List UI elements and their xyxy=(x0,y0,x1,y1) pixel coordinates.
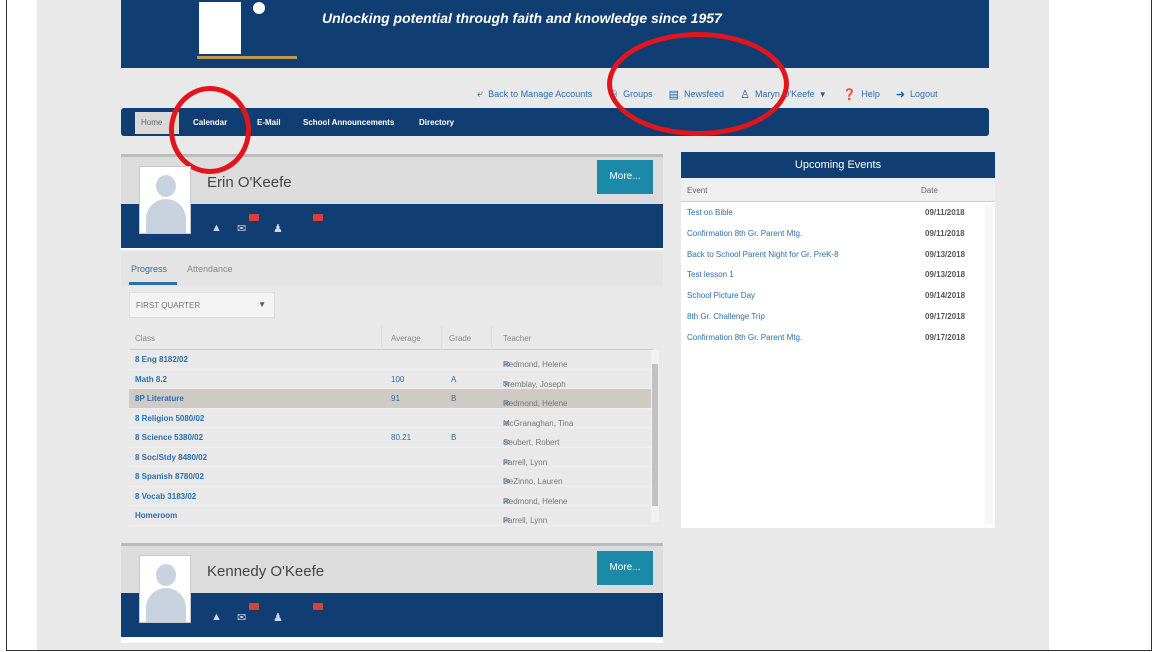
logout-icon: ➜ xyxy=(895,88,906,101)
table-row-selected[interactable]: 8P Literature 91 B ✉ Redmond, Helene xyxy=(129,389,653,409)
help-label: Help xyxy=(861,89,880,99)
school-logo xyxy=(197,0,243,56)
student-header xyxy=(121,543,663,593)
more-button[interactable]: More... xyxy=(597,160,653,194)
active-tab-indicator xyxy=(129,282,177,285)
table-row[interactable]: 8 Religion 5080/02 ✉ McGranaghan, Tina xyxy=(129,409,653,428)
notification-badge xyxy=(249,214,259,221)
back-label: Back to Manage Accounts xyxy=(488,89,593,99)
header-teacher: Teacher xyxy=(503,334,532,343)
tab-progress[interactable]: Progress xyxy=(131,264,167,274)
table-row[interactable]: Homeroom ✉ Farrell, Lynn xyxy=(129,506,653,526)
messages-icon[interactable]: ✉ xyxy=(237,222,246,235)
chevron-down-icon: ▼ xyxy=(258,300,266,309)
header-average: Average xyxy=(391,334,421,343)
upcoming-events-panel: Upcoming Events Event Date Test on Bible… xyxy=(681,152,995,528)
person-icon[interactable]: ♟ xyxy=(273,611,283,624)
table-header: Class Average Grade Teacher xyxy=(129,326,653,350)
back-arrow-icon: ⤶ xyxy=(477,87,484,100)
annotation-circle-groups-newsfeed xyxy=(607,32,789,136)
class-table: Class Average Grade Teacher 8 Eng 8182/0… xyxy=(129,326,653,526)
alert-icon[interactable]: ▲ xyxy=(211,611,222,623)
events-header: Event Date xyxy=(681,178,995,202)
table-row[interactable]: 8 Spanish 8780/02 ✉ DeZinno, Lauren xyxy=(129,467,653,487)
student-action-bar: ▲ ✉ ♟ xyxy=(121,593,663,637)
main-nav: Home Calendar E-Mail School Announcement… xyxy=(121,108,989,136)
avatar xyxy=(139,555,191,623)
annotation-circle-calendar xyxy=(169,86,251,174)
notification-badge xyxy=(249,603,259,610)
screenshot-frame: Unlocking potential through faith and kn… xyxy=(6,0,1152,651)
notification-badge xyxy=(313,603,323,610)
school-banner: Unlocking potential through faith and kn… xyxy=(121,0,989,68)
table-row[interactable]: 8 Science 5380/02 80.21 B ✉ Seubert, Robe… xyxy=(129,428,653,448)
help-link[interactable]: ❓ Help xyxy=(843,88,880,101)
alert-icon[interactable]: ▲ xyxy=(211,222,222,234)
table-row[interactable]: 8 Eng 8182/02 ✉ Redmond, Helene xyxy=(129,350,653,370)
banner-tagline: Unlocking potential through faith and kn… xyxy=(322,10,722,26)
notification-badge xyxy=(313,214,323,221)
event-row[interactable]: 8th Gr. Challenge Trip 09/17/2018 xyxy=(681,306,995,327)
student-action-bar: ▲ ✉ ♟ xyxy=(121,204,663,248)
table-scrollbar[interactable] xyxy=(651,350,659,522)
logout-link[interactable]: ➜ Logout xyxy=(896,88,938,101)
chevron-down-icon: ▼ xyxy=(818,89,827,99)
tab-attendance[interactable]: Attendance xyxy=(187,264,233,274)
events-scrollbar[interactable] xyxy=(985,204,993,524)
more-button[interactable]: More... xyxy=(597,551,653,585)
event-row[interactable]: Confirmation 8th Gr. Parent Mtg. 09/11/20… xyxy=(681,223,995,244)
event-row[interactable]: Confirmation 8th Gr. Parent Mtg. 09/17/20… xyxy=(681,327,995,348)
logout-label: Logout xyxy=(910,89,938,99)
help-icon: ❓ xyxy=(842,88,857,101)
quarter-select[interactable]: FIRST QUARTER ▼ xyxy=(129,292,275,318)
logo-mark-icon xyxy=(253,2,265,14)
table-row[interactable]: 8 Soc/Stdy 8480/02 ✉ Farrell, Lynn xyxy=(129,448,653,467)
nav-directory[interactable]: Directory xyxy=(419,118,454,127)
scrollbar-thumb[interactable] xyxy=(652,364,658,506)
student-tabs: Progress Attendance xyxy=(121,252,663,286)
student-name: Erin O'Keefe xyxy=(207,174,292,191)
student-card-kennedy: Kennedy O'Keefe More... ▲ ✉ ♟ xyxy=(121,543,663,643)
nav-email[interactable]: E-Mail xyxy=(257,118,281,127)
back-to-manage-link[interactable]: ⤶ Back to Manage Accounts xyxy=(477,88,592,101)
avatar xyxy=(139,166,191,234)
table-row[interactable]: 8 Vocab 3183/02 ✉ Redmond, Helene xyxy=(129,487,653,506)
events-title: Upcoming Events xyxy=(681,152,995,178)
events-col-date: Date xyxy=(921,186,938,195)
table-row[interactable]: Math 8.2 100 A ✉ Tremblay, Joseph xyxy=(129,370,653,389)
nav-school-announcements[interactable]: School Announcements xyxy=(303,118,394,127)
quarter-value: FIRST QUARTER xyxy=(136,301,201,310)
header-grade: Grade xyxy=(449,334,472,343)
event-row[interactable]: Back to School Parent Night for Gr. PreK… xyxy=(681,244,995,265)
event-row[interactable]: Test on Bible 09/11/2018 xyxy=(681,202,995,223)
messages-icon[interactable]: ✉ xyxy=(237,611,246,624)
banner-accent-line xyxy=(197,56,297,59)
event-row[interactable]: Test lesson 1 09/13/2018 xyxy=(681,264,995,285)
event-row[interactable]: School Picture Day 09/14/2018 xyxy=(681,285,995,306)
events-col-event: Event xyxy=(687,186,708,195)
student-name: Kennedy O'Keefe xyxy=(207,563,325,580)
header-class: Class xyxy=(135,334,156,343)
person-icon[interactable]: ♟ xyxy=(273,222,283,235)
